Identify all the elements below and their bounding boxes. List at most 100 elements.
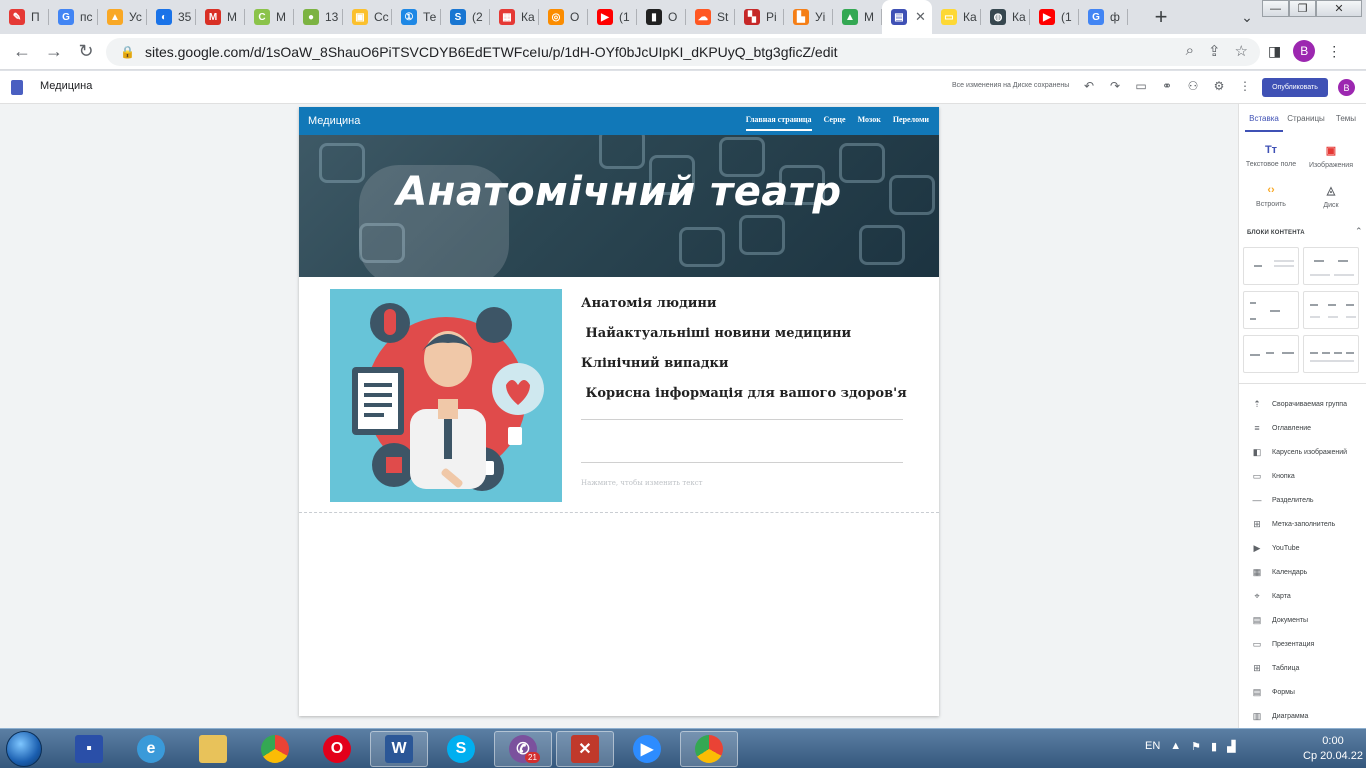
collapse-chevron-icon[interactable]: ⌃ [1355,226,1363,237]
component-item[interactable]: ⌖ Карта [1239,584,1366,608]
system-clock[interactable]: 0:00 Ср 20.04.22 [1303,734,1363,764]
component-item[interactable]: ⊞ Таблица [1239,656,1366,680]
browser-tab[interactable]: ▲ Ус [98,0,147,34]
address-bar[interactable]: 🔒 sites.google.com/d/1sOaW_8ShauO6PiTSVC… [106,38,1260,66]
taskbar-ie[interactable]: e [122,731,180,767]
taskbar-word[interactable]: W [370,731,428,767]
divider[interactable] [581,462,903,463]
undo-icon[interactable]: ↶ [1082,79,1096,93]
component-item[interactable]: ▤ Формы [1239,680,1366,704]
content-link-text[interactable]: Анатомія людини [581,297,911,327]
redo-icon[interactable]: ↷ [1108,79,1122,93]
component-item[interactable]: ▥ Диаграмма [1239,704,1366,728]
account-avatar[interactable]: B [1338,79,1355,96]
browser-tab[interactable]: ◍ Ка [981,0,1030,34]
reload-icon[interactable]: ↻ [70,36,102,68]
insert-item[interactable]: Tт Текстовое поле [1241,144,1301,168]
panel-tab[interactable]: Темы [1331,104,1361,132]
tab-close-icon[interactable]: ✕ [915,9,926,25]
network-icon[interactable]: ▮ [1211,740,1217,753]
start-button[interactable] [6,731,42,767]
profile-avatar[interactable]: B [1293,40,1316,62]
taskbar-opera[interactable]: O [308,731,366,767]
browser-tab[interactable]: ✎ П [0,0,49,34]
action-center-icon[interactable]: ⚑ [1191,740,1201,753]
publish-button[interactable]: Опубликовать [1262,78,1328,97]
site-nav-link[interactable]: Серце [824,115,846,131]
minimize-button[interactable]: — [1262,0,1289,17]
layout-block[interactable] [1303,291,1359,329]
browser-tab[interactable]: ▚ Рі [735,0,784,34]
taskbar-presentation[interactable]: ✕ [556,731,614,767]
component-item[interactable]: ▦ Календарь [1239,560,1366,584]
component-item[interactable]: ⇡ Сворачиваемая группа [1239,392,1366,416]
site-doc-title[interactable]: Медицина [40,80,92,92]
browser-tab[interactable]: ▙ Уі [784,0,833,34]
layout-block[interactable] [1303,247,1359,285]
browser-tab[interactable]: S (2 [441,0,490,34]
url-text[interactable]: sites.google.com/d/1sOaW_8ShauO6PiTSVCDY… [145,44,838,60]
taskbar-chrome[interactable] [246,731,304,767]
browser-tab[interactable]: MM [196,0,245,34]
insert-item[interactable]: ◬ Диск [1301,184,1361,209]
taskbar-skype[interactable]: S [432,731,490,767]
taskbar-explorer[interactable] [184,731,242,767]
content-link-text[interactable]: Клінічний випадки [581,357,911,387]
component-item[interactable]: ◧ Карусель изображений [1239,440,1366,464]
component-item[interactable]: ▭ Презентация [1239,632,1366,656]
panel-tab[interactable]: Вставка [1245,104,1283,132]
insert-item[interactable]: ‹› Встроить [1241,184,1301,208]
browser-tab[interactable]: ▦ Ка [490,0,539,34]
taskbar-viber[interactable]: ✆ 21 [494,731,552,767]
browser-tab[interactable]: ▮ О [637,0,686,34]
layout-block[interactable] [1243,247,1299,285]
restore-button[interactable]: ❐ [1289,0,1316,17]
share-with-others-icon[interactable]: ⚇ [1186,79,1200,93]
taskbar-save-app[interactable]: ▪ [60,731,118,767]
site-name[interactable]: Медицина [308,115,360,127]
layout-block[interactable] [1243,291,1299,329]
content-link-text[interactable]: Корисна інформація для вашого здоров'я [581,387,911,417]
new-tab-button[interactable]: + [1142,0,1180,34]
browser-tab[interactable]: ▶ (1 [588,0,637,34]
bookmark-star-icon[interactable]: ☆ [1235,42,1248,60]
tray-expand-icon[interactable]: ▲ [1170,740,1181,753]
browser-tab[interactable]: ● 13 [294,0,343,34]
panel-tab[interactable]: Страницы [1283,104,1329,132]
links-text-box[interactable]: Анатомія людини Найактуальніші новини ме… [581,297,911,417]
browser-tab[interactable]: ▣ Сс [343,0,392,34]
browser-tab[interactable]: Gпс [49,0,98,34]
taskbar-zoom[interactable]: ▶ [618,731,676,767]
sites-logo-icon[interactable] [11,80,23,95]
forward-icon[interactable]: → [38,36,70,68]
share-icon[interactable]: ⇪ [1208,42,1221,60]
component-item[interactable]: ▤ Документы [1239,608,1366,632]
browser-tab[interactable]: ▤ ✕ [882,0,932,34]
component-item[interactable]: ≡ Оглавление [1239,416,1366,440]
site-nav-link[interactable]: Мозок [858,115,881,131]
browser-tab[interactable]: ☁ St [686,0,735,34]
placeholder-hint-text[interactable]: Нажмите, чтобы изменить текст [581,479,703,487]
browser-tab[interactable]: Gф [1079,0,1128,34]
more-options-icon[interactable]: ⋮ [1238,79,1252,93]
doctor-illustration-image[interactable] [330,289,562,502]
component-item[interactable]: ⊞ Метка-заполнитель [1239,512,1366,536]
site-nav-link[interactable]: Главная страница [745,115,812,131]
content-link-text[interactable]: Найактуальніші новини медицини [581,327,911,357]
layout-block[interactable] [1243,335,1299,373]
side-panel-icon[interactable]: ◨ [1268,43,1281,60]
back-icon[interactable]: ← [6,36,38,68]
link-icon[interactable]: ⚭ [1160,79,1174,93]
layout-block[interactable] [1303,335,1359,373]
component-item[interactable]: ▶ YouTube [1239,536,1366,560]
browser-tab[interactable]: ▭ Ка [932,0,981,34]
browser-tab[interactable]: ◐ 35 [147,0,196,34]
zoom-search-icon[interactable]: ⌕ [1186,42,1194,60]
insert-item[interactable]: ▣ Изображения [1301,144,1361,169]
settings-gear-icon[interactable]: ⚙ [1212,79,1226,93]
banner-title[interactable]: Анатомічний театр [299,169,939,215]
browser-tab[interactable]: CМ [245,0,294,34]
divider[interactable] [581,419,903,420]
site-nav-link[interactable]: Переломи [893,115,929,131]
signal-icon[interactable]: ▟ [1227,740,1235,753]
